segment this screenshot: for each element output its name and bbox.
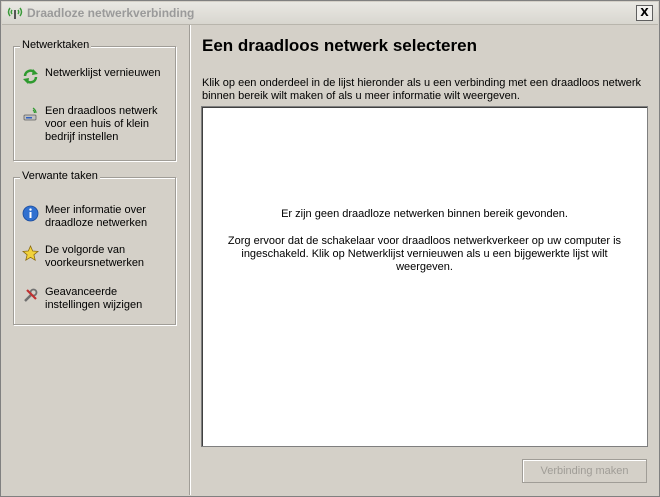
- switch-hint-text: Zorg ervoor dat de schakelaar voor draad…: [227, 235, 622, 273]
- related-tasks-group: Verwante taken Meer informatie over draa…: [13, 170, 176, 325]
- close-button[interactable]: X: [636, 5, 653, 21]
- more-info-wireless-label: Meer informatie over draadloze netwerken: [45, 204, 148, 229]
- title-bar[interactable]: Draadloze netwerkverbinding X: [2, 2, 658, 25]
- more-info-wireless-link[interactable]: Meer informatie over draadloze netwerken: [22, 204, 172, 236]
- preferred-networks-order-label: De volgorde van voorkeursnetwerken: [45, 244, 145, 269]
- network-list[interactable]: Er zijn geen draadloze netwerken binnen …: [201, 106, 648, 447]
- settings-tools-icon: [22, 287, 39, 304]
- window-title: Draadloze netwerkverbinding: [27, 6, 195, 20]
- preferred-networks-order-link[interactable]: De volgorde van voorkeursnetwerken: [21, 244, 172, 276]
- setup-wireless-network-label: Een draadloos netwerk voor een huis of k…: [45, 105, 158, 143]
- info-icon: [22, 205, 39, 222]
- setup-wireless-network-link[interactable]: Een draadloos netwerk voor een huis of k…: [22, 105, 172, 149]
- wireless-setup-icon: [22, 106, 39, 123]
- network-tasks-title: Netwerktaken: [20, 39, 92, 51]
- wireless-network-icon: [7, 6, 23, 20]
- related-tasks-title: Verwante taken: [20, 170, 100, 182]
- main-panel: Een draadloos netwerk selecteren Klik op…: [192, 25, 658, 495]
- network-tasks-group: Netwerktaken Netwerklijst vernieuwen Een…: [13, 39, 176, 161]
- advanced-settings-link[interactable]: Geavanceerde instellingen wijzigen: [22, 286, 172, 318]
- refresh-network-list-label: Netwerklijst vernieuwen: [45, 67, 161, 79]
- no-networks-message: Er zijn geen draadloze netwerken binnen …: [281, 208, 568, 220]
- sidebar: Netwerktaken Netwerklijst vernieuwen Een…: [2, 25, 188, 495]
- advanced-settings-label: Geavanceerde instellingen wijzigen: [45, 286, 143, 311]
- connect-button[interactable]: Verbinding maken: [522, 459, 647, 483]
- wireless-connection-window: Draadloze netwerkverbinding X Netwerktak…: [0, 0, 660, 497]
- refresh-network-list-link[interactable]: Netwerklijst vernieuwen: [22, 67, 172, 99]
- pane-divider: [189, 25, 191, 495]
- instruction-text: Klik op een onderdeel in de lijst hieron…: [202, 77, 642, 102]
- refresh-icon: [22, 68, 39, 85]
- star-icon: [21, 245, 40, 262]
- page-title: Een draadloos netwerk selecteren: [202, 36, 477, 55]
